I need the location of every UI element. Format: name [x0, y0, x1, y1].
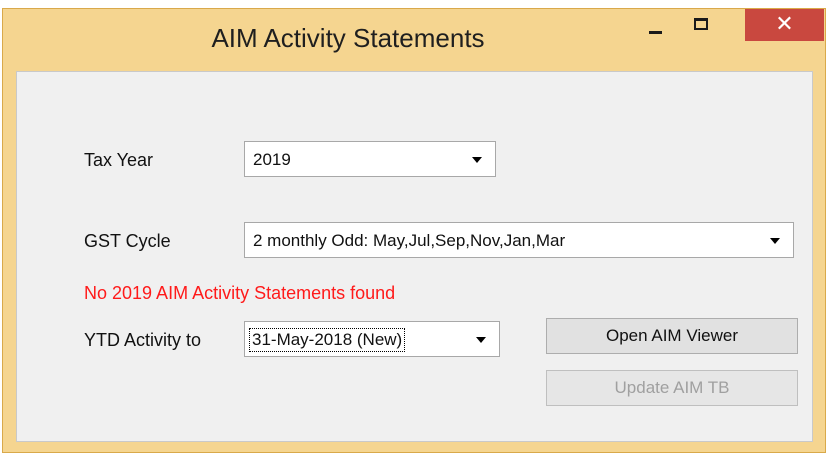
tax-year-value: 2019	[253, 150, 291, 169]
chevron-down-icon	[472, 157, 482, 163]
maximize-button[interactable]	[679, 9, 725, 39]
window-title: AIM Activity Statements	[211, 23, 485, 53]
close-button[interactable]: ✕	[745, 9, 824, 41]
gst-cycle-label: GST Cycle	[84, 231, 171, 251]
tax-year-dropdown[interactable]: 2019	[244, 141, 496, 177]
dialog-window: AIM Activity Statements ✕ Tax Year 2019 …	[2, 8, 826, 453]
maximize-icon	[694, 18, 708, 30]
error-message: No 2019 AIM Activity Statements found	[84, 283, 396, 303]
gst-cycle-value: 2 monthly Odd: May,Jul,Sep,Nov,Jan,Mar	[253, 231, 566, 250]
chevron-down-icon	[476, 337, 486, 343]
update-aim-tb-button[interactable]: Update AIM TB	[546, 370, 798, 406]
tax-year-label: Tax Year	[84, 150, 154, 170]
minimize-icon	[649, 31, 662, 34]
dialog-body: Tax Year 2019 GST Cycle 2 monthly Odd: M…	[16, 71, 813, 442]
close-icon: ✕	[775, 12, 794, 37]
ytd-activity-value: 31-May-2018 (New)	[248, 328, 406, 352]
ytd-activity-label: YTD Activity to	[84, 330, 202, 350]
ytd-activity-dropdown[interactable]: 31-May-2018 (New)	[244, 321, 500, 357]
chevron-down-icon	[770, 238, 780, 244]
open-aim-viewer-button[interactable]: Open AIM Viewer	[546, 318, 798, 354]
minimize-button[interactable]	[632, 9, 678, 39]
gst-cycle-dropdown[interactable]: 2 monthly Odd: May,Jul,Sep,Nov,Jan,Mar	[244, 222, 794, 258]
title-bar[interactable]: AIM Activity Statements ✕	[3, 9, 825, 71]
